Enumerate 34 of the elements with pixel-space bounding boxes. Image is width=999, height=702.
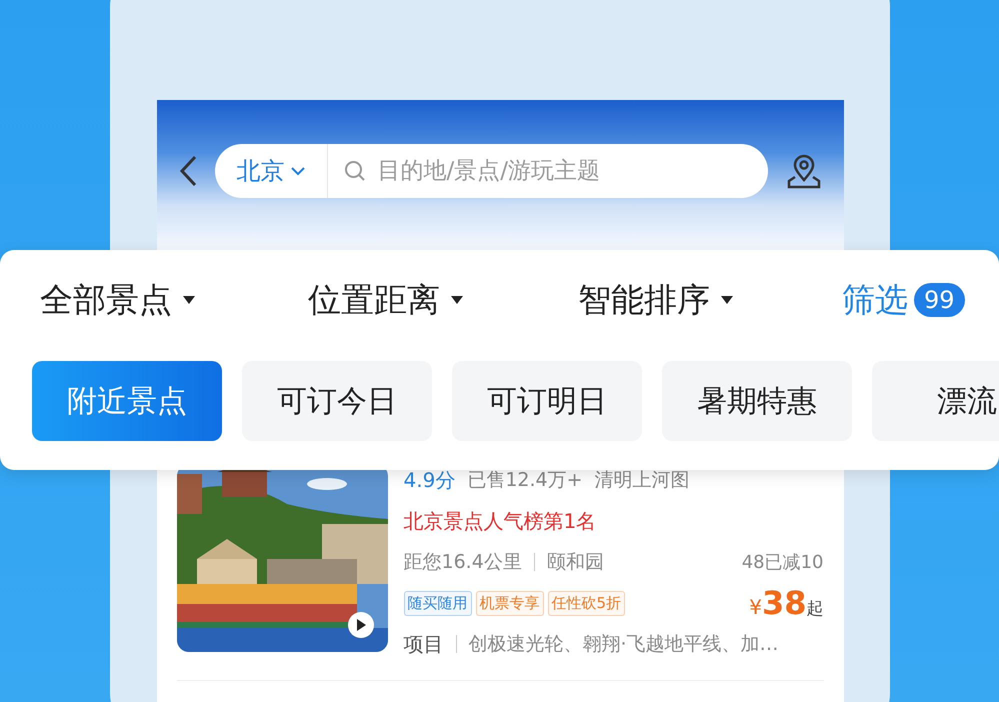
- highlight-text: 清明上河图: [594, 468, 690, 493]
- count-badge: 99: [914, 283, 965, 317]
- city-selector[interactable]: 北京: [214, 144, 328, 198]
- filter-chip[interactable]: 可订明日: [452, 361, 642, 441]
- sold-count: 已售12.4万+: [467, 468, 583, 493]
- search-field[interactable]: 目的地/景点/游玩主题: [376, 157, 768, 185]
- items-label: 项目: [404, 630, 444, 658]
- tag: 机票专享: [476, 590, 544, 616]
- tag: 随买随用: [404, 590, 472, 616]
- price: ¥38起: [749, 584, 824, 622]
- discount-text: 48已减10: [742, 551, 824, 574]
- sort-tab[interactable]: 智能排序: [578, 278, 842, 322]
- filter-chip[interactable]: 可订今日: [242, 361, 432, 441]
- search-bar[interactable]: 北京 目的地/景点/游玩主题: [214, 144, 768, 198]
- items-text: 创极速光轮、翱翔·飞越地平线、加…: [468, 632, 779, 657]
- rating: 4.9分: [404, 466, 456, 494]
- attraction-name: 颐和园: [546, 550, 604, 575]
- distance-text: 距您16.4公里: [404, 550, 522, 575]
- caret-icon: [182, 295, 196, 305]
- filter-chip[interactable]: 漂流: [872, 361, 999, 441]
- rank-text: 北京景点人气榜第1名: [404, 508, 596, 534]
- filter-chip[interactable]: 暑期特惠: [662, 361, 852, 441]
- play-icon: [356, 619, 366, 631]
- map-pin-icon[interactable]: [786, 153, 822, 189]
- search-icon: [344, 160, 366, 182]
- caret-icon: [720, 295, 734, 305]
- chevron-icon: [290, 166, 304, 176]
- back-icon[interactable]: [178, 155, 196, 187]
- filter-chip[interactable]: 附近景点: [32, 361, 222, 441]
- filter-tab[interactable]: 筛选 99: [842, 278, 965, 322]
- sort-tab[interactable]: 位置距离: [308, 278, 578, 322]
- caret-icon: [450, 295, 464, 305]
- sort-tab[interactable]: 全部景点: [40, 278, 308, 322]
- tag: 任性砍5折: [548, 590, 626, 616]
